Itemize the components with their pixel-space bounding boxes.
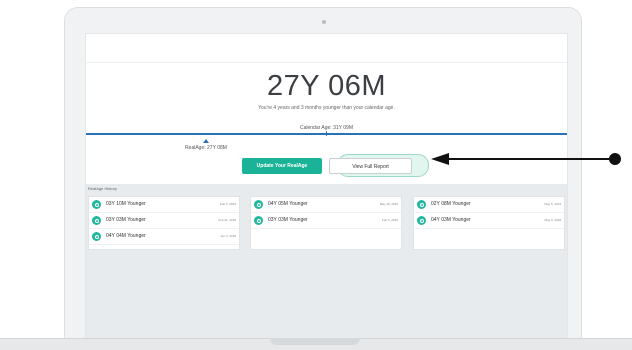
history-section: RealAge History 03Y 10M Younger Feb 5, 2… <box>86 184 567 341</box>
history-row-date: May 3, 2018 <box>544 218 561 222</box>
history-row-date: Apr 3, 2018 <box>220 234 236 238</box>
history-row-date: Feb 6, 2019 <box>381 218 398 222</box>
pointer-arrow-line <box>448 158 615 160</box>
laptop-base-notch <box>270 338 360 345</box>
pointer-dot-icon <box>609 153 621 165</box>
history-check-icon <box>417 200 426 209</box>
history-row-label: 04Y 03M Younger <box>431 217 471 223</box>
view-full-report-button[interactable]: View Full Report <box>329 158 412 174</box>
age-scale-bar <box>86 133 567 135</box>
realage-marker-icon <box>203 139 209 143</box>
history-row[interactable]: 02Y 08M Younger May 5, 2019 <box>414 197 564 213</box>
history-row-label: 03Y 03M Younger <box>106 217 146 223</box>
history-row-date: May 18, 2019 <box>379 202 398 206</box>
history-title: RealAge History <box>88 186 117 191</box>
update-realage-button[interactable]: Update Your RealAge <box>242 158 322 174</box>
history-row-label: 04Y 04M Younger <box>106 233 146 239</box>
history-row-date: Feb 21, 2018 <box>218 218 236 222</box>
history-row[interactable]: 04Y 05M Younger May 18, 2019 <box>251 197 401 213</box>
history-row-label: 03Y 03M Younger <box>268 217 308 223</box>
history-check-icon <box>417 216 426 225</box>
app-screen: 27Y 06M You're 4 years and 3 months youn… <box>85 33 568 342</box>
history-check-icon <box>92 216 101 225</box>
history-check-icon <box>92 200 101 209</box>
history-check-icon <box>92 232 101 241</box>
history-row[interactable]: 04Y 03M Younger May 3, 2018 <box>414 213 564 229</box>
history-card: 02Y 08M Younger May 5, 2019 04Y 03M Youn… <box>413 196 565 250</box>
top-header-strip <box>86 34 567 63</box>
history-row[interactable]: 03Y 03M Younger Feb 6, 2019 <box>251 213 401 229</box>
history-row-label: 04Y 05M Younger <box>268 201 308 207</box>
history-check-icon <box>254 200 263 209</box>
camera-dot <box>322 20 326 24</box>
history-check-icon <box>254 216 263 225</box>
history-row-date: Feb 5, 2019 <box>219 202 236 206</box>
pointer-arrow-icon <box>431 153 449 165</box>
history-row[interactable]: 03Y 10M Younger Feb 5, 2019 <box>89 197 239 213</box>
history-row-label: 03Y 10M Younger <box>106 201 146 207</box>
realage-label: RealAge: 27Y 08M <box>185 145 227 151</box>
real-age-big: 27Y 06M <box>266 70 387 102</box>
history-row[interactable]: 04Y 04M Younger Apr 3, 2018 <box>89 229 239 245</box>
history-row-label: 02Y 08M Younger <box>431 201 471 207</box>
history-card: 03Y 10M Younger Feb 5, 2019 03Y 03M Youn… <box>88 196 240 250</box>
history-row[interactable]: 03Y 03M Younger Feb 21, 2018 <box>89 213 239 229</box>
history-card: 04Y 05M Younger May 18, 2019 03Y 03M You… <box>250 196 402 250</box>
age-comparison-text: You're 4 years and 3 months younger than… <box>258 105 395 111</box>
history-row-date: May 5, 2019 <box>544 202 561 206</box>
